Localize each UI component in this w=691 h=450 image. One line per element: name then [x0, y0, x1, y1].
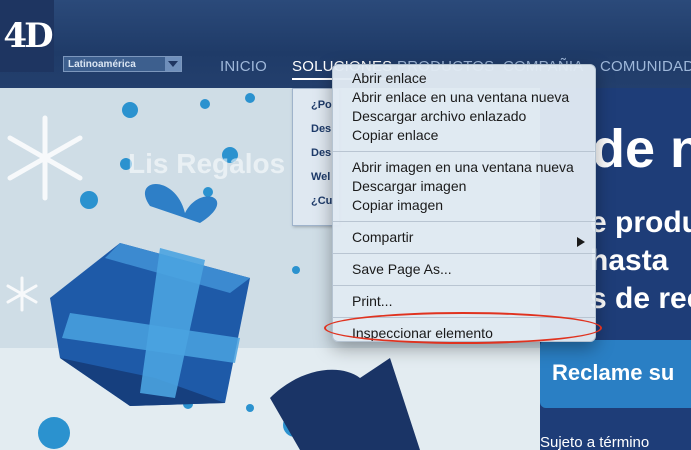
- menu-item-abrir-enlace-ventana-nueva[interactable]: Abrir enlace en una ventana nueva: [333, 88, 595, 107]
- menu-separator: [333, 221, 595, 222]
- context-menu: Abrir enlace Abrir enlace en una ventana…: [332, 64, 596, 342]
- region-select[interactable]: Latinoamérica: [63, 56, 182, 72]
- menu-item-compartir-label: Compartir: [352, 229, 414, 245]
- nav-comunidad[interactable]: COMUNIDAD: [600, 58, 691, 80]
- logo-text: 4D: [3, 16, 53, 56]
- terms-text: Sujeto a término: [540, 434, 650, 450]
- hero-headline-3: hasta: [590, 244, 669, 277]
- reclame-button-label: Reclame su: [552, 360, 675, 385]
- highlight-ellipse: [324, 312, 602, 344]
- region-select-value: Latinoamérica: [68, 58, 136, 70]
- menu-item-save-page[interactable]: Save Page As...: [333, 260, 595, 279]
- hero-headline-1: de n: [592, 119, 691, 179]
- menu-separator: [333, 151, 595, 152]
- menu-item-compartir[interactable]: Compartir: [333, 228, 595, 247]
- hero-headline-4: s de rec: [590, 282, 691, 315]
- menu-separator: [333, 285, 595, 286]
- 4d-logo[interactable]: 4D: [0, 0, 54, 72]
- reclame-button[interactable]: Reclame su: [540, 340, 691, 408]
- menu-item-descargar-imagen[interactable]: Descargar imagen: [333, 177, 595, 196]
- menu-item-abrir-imagen[interactable]: Abrir imagen en una ventana nueva: [333, 158, 595, 177]
- snowflake-icon: [7, 115, 83, 201]
- menu-item-descargar-archivo[interactable]: Descargar archivo enlazado: [333, 107, 595, 126]
- chevron-right-icon: [577, 233, 585, 252]
- menu-item-print[interactable]: Print...: [333, 292, 595, 311]
- menu-separator: [333, 253, 595, 254]
- hero-headline-2: e produ: [590, 206, 691, 239]
- menu-item-abrir-enlace[interactable]: Abrir enlace: [333, 69, 595, 88]
- menu-item-copiar-imagen[interactable]: Copiar imagen: [333, 196, 595, 215]
- menu-item-copiar-enlace[interactable]: Copiar enlace: [333, 126, 595, 145]
- chevron-down-icon[interactable]: [165, 57, 181, 71]
- hero-ghost-text: Lis Regalos: [128, 148, 286, 179]
- nav-inicio[interactable]: INICIO: [220, 58, 267, 80]
